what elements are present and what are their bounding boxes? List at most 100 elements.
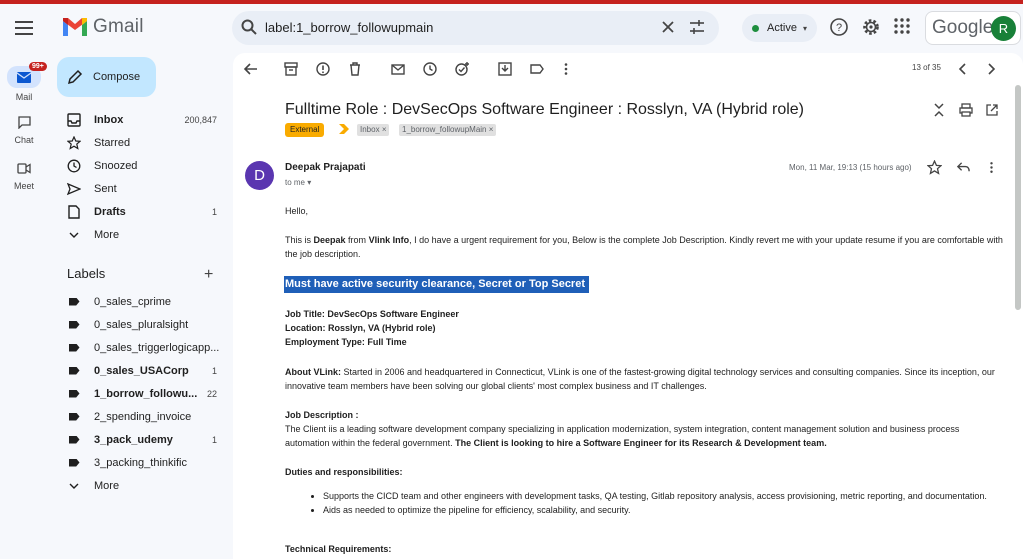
- chevron-left-icon[interactable]: [955, 61, 971, 77]
- sender-name[interactable]: Deepak Prajapati: [285, 162, 366, 173]
- label-icon[interactable]: [529, 61, 545, 77]
- inbox-icon: [63, 112, 85, 127]
- compose-button[interactable]: Compose: [57, 57, 156, 97]
- recipient-details[interactable]: to me ▾: [285, 178, 311, 187]
- app-name: Gmail: [93, 16, 144, 37]
- duties-list: Supports the CICD team and other enginee…: [285, 489, 1005, 517]
- label-item[interactable]: 3_packing_thinkific: [57, 451, 227, 474]
- list-item: Aids as needed to optimize the pipeline …: [323, 503, 1005, 517]
- open-new-window-icon[interactable]: [985, 103, 999, 117]
- chat-icon: [8, 113, 40, 131]
- video-icon: [8, 159, 40, 177]
- add-label-icon[interactable]: +: [204, 266, 213, 284]
- label-name: 0_sales_USACorp: [94, 364, 189, 377]
- label-count: 1: [211, 365, 217, 376]
- label-count: 1: [211, 434, 217, 445]
- nav-snoozed[interactable]: Snoozed: [57, 154, 227, 177]
- clock-icon: [63, 159, 85, 173]
- move-to-icon[interactable]: [497, 61, 513, 77]
- more-vert-icon[interactable]: [558, 61, 574, 77]
- label-item[interactable]: 0_sales_USACorp 1: [57, 359, 227, 382]
- svg-text:?: ?: [836, 22, 842, 34]
- gear-icon[interactable]: [861, 17, 881, 37]
- label-icon: [63, 320, 85, 329]
- chevron-down-icon: ▾: [802, 23, 807, 33]
- collapse-icon[interactable]: [932, 103, 946, 117]
- nav-label: Inbox: [94, 113, 124, 126]
- label-item[interactable]: 0_sales_triggerlogicapp...: [57, 336, 227, 359]
- job-location: Location: Rosslyn, VA (Hybrid role): [285, 323, 436, 333]
- chevron-down-icon: [63, 482, 85, 490]
- label-name: 1_borrow_followu...: [94, 387, 198, 400]
- label-item[interactable]: 0_sales_pluralsight: [57, 313, 227, 336]
- list-item: Supports the CICD team and other enginee…: [323, 489, 1005, 503]
- add-task-icon[interactable]: [454, 61, 470, 77]
- nav-more[interactable]: More: [57, 223, 227, 246]
- scrollbar[interactable]: [1015, 85, 1021, 310]
- account-switcher[interactable]: Google R: [925, 11, 1021, 45]
- important-marker-icon[interactable]: [339, 124, 349, 134]
- nav-drafts[interactable]: Drafts 1: [57, 200, 227, 223]
- label-icon: [63, 297, 85, 306]
- label-item[interactable]: 2_spending_invoice: [57, 405, 227, 428]
- rail-meet[interactable]: Meet: [0, 159, 48, 191]
- label-chip[interactable]: 1_borrow_followupMain ×: [399, 124, 497, 136]
- more-vert-icon[interactable]: [984, 160, 999, 175]
- labels-heading: Labels: [67, 266, 106, 281]
- nav-count: 200,847: [184, 114, 217, 125]
- main-menu-icon[interactable]: [12, 16, 36, 40]
- mail-icon: 99+: [7, 62, 47, 88]
- chip-remove-icon[interactable]: ×: [489, 125, 494, 134]
- nav-label: More: [94, 228, 120, 241]
- star-icon[interactable]: [927, 160, 942, 175]
- nav-label: Starred: [94, 136, 131, 149]
- draft-icon: [63, 204, 85, 219]
- search-icon[interactable]: [240, 18, 258, 36]
- label-item[interactable]: 3_pack_udemy 1: [57, 428, 227, 451]
- help-icon[interactable]: ?: [829, 17, 849, 37]
- sender-avatar[interactable]: D: [245, 161, 274, 190]
- message-pane: 13 of 35 Fulltime Role : DevSecOps Softw…: [233, 53, 1023, 559]
- employment-type: Employment Type: Full Time: [285, 337, 407, 347]
- duties-heading: Duties and responsibilities:: [285, 467, 403, 477]
- print-icon[interactable]: [959, 103, 973, 117]
- search-input[interactable]: label:1_borrow_followupmain: [265, 20, 433, 35]
- nav-inbox[interactable]: Inbox 200,847: [57, 108, 227, 131]
- chevron-right-icon[interactable]: [983, 61, 999, 77]
- archive-icon[interactable]: [283, 61, 299, 77]
- label-icon: [63, 389, 85, 398]
- close-icon[interactable]: [659, 18, 677, 36]
- rail-label: Meet: [13, 181, 34, 191]
- apps-grid-icon[interactable]: [893, 17, 911, 35]
- chevron-down-icon: [63, 231, 85, 239]
- status-selector[interactable]: Active ▾: [742, 14, 817, 42]
- send-icon: [63, 182, 85, 196]
- label-chip[interactable]: Inbox ×: [357, 124, 390, 136]
- report-spam-icon[interactable]: [315, 61, 331, 77]
- label-name: 0_sales_cprime: [94, 295, 172, 308]
- snooze-icon[interactable]: [422, 61, 438, 77]
- nav-starred[interactable]: Starred: [57, 131, 227, 154]
- trash-icon[interactable]: [347, 61, 363, 77]
- label-item[interactable]: 1_borrow_followu... 22: [57, 382, 227, 405]
- label-name: 3_packing_thinkific: [94, 456, 187, 469]
- external-badge: External: [285, 123, 325, 137]
- jd-heading: Job Description :: [285, 410, 359, 420]
- rail-mail[interactable]: 99+ Mail: [0, 62, 48, 102]
- reply-icon[interactable]: [956, 160, 971, 175]
- labels-more[interactable]: More: [57, 474, 227, 497]
- label-icon: [63, 435, 85, 444]
- rail-chat[interactable]: Chat: [0, 113, 48, 145]
- nav-sent[interactable]: Sent: [57, 177, 227, 200]
- gmail-m-icon: [63, 18, 87, 36]
- star-icon: [63, 135, 85, 150]
- avatar[interactable]: R: [991, 16, 1016, 41]
- back-arrow-icon[interactable]: [243, 61, 259, 77]
- chip-remove-icon[interactable]: ×: [382, 125, 387, 134]
- mark-unread-icon[interactable]: [390, 61, 406, 77]
- gmail-logo[interactable]: Gmail: [63, 16, 144, 38]
- search-bar[interactable]: label:1_borrow_followupmain: [232, 11, 719, 45]
- label-item[interactable]: 0_sales_cprime: [57, 290, 227, 313]
- tech-heading: Technical Requirements:: [285, 544, 392, 554]
- search-options-icon[interactable]: [688, 18, 706, 36]
